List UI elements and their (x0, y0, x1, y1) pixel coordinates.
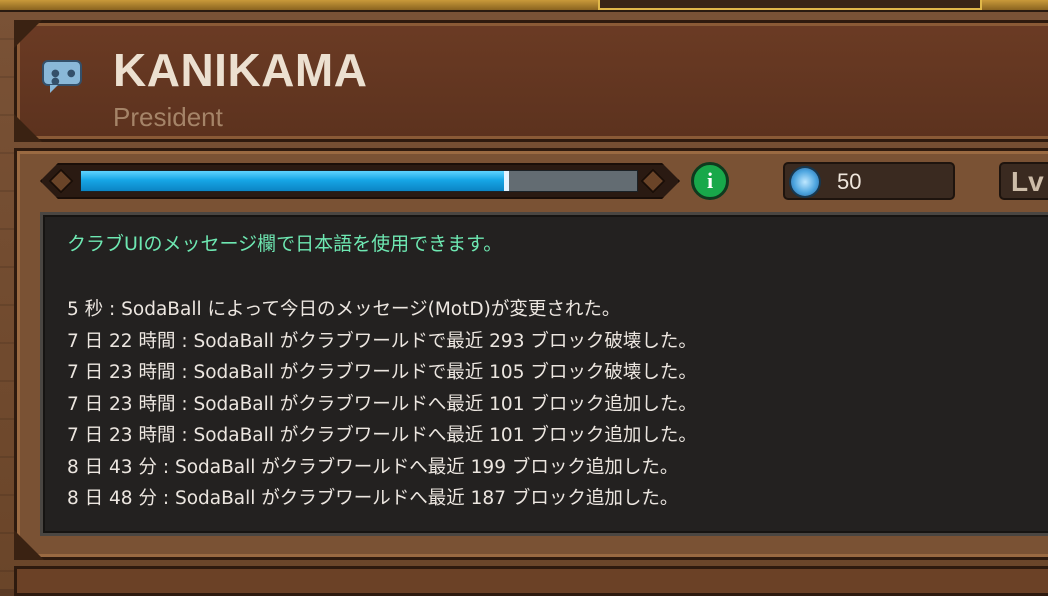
activity-log: 5 秒 : SodaBall によって今日のメッセージ(MotD)が変更された。… (67, 294, 697, 515)
log-entry: 8 日 43 分 : SodaBall がクラブワールドへ最近 199 ブロック… (67, 456, 679, 478)
xp-progress-bar (80, 170, 638, 192)
club-name: KANIKAMA (113, 44, 368, 96)
gem-count: 50 (837, 169, 862, 194)
member-role: President (113, 102, 223, 132)
panel-corner (14, 20, 42, 48)
log-entry: 7 日 23 時間 : SodaBall がクラブワールドで最近 105 ブロッ… (67, 362, 697, 383)
log-entry: 5 秒 : SodaBall によって今日のメッセージ(MotD)が変更された。 (67, 299, 621, 320)
xp-progress-tip (504, 171, 510, 191)
level-label: Lv (1011, 166, 1044, 197)
level-badge: Lv (999, 162, 1048, 200)
info-icon[interactable]: i (691, 162, 729, 200)
message-of-the-day: クラブUIのメッセージ欄で日本語を使用できます。 (67, 233, 503, 255)
panel-corner (14, 114, 42, 142)
gem-icon (791, 168, 819, 196)
log-entry: 8 日 48 分 : SodaBall がクラブワールドへ最近 187 ブロック… (67, 488, 679, 509)
top-tab-frame (598, 0, 982, 10)
log-entry: 7 日 23 時間 : SodaBall がクラブワールドへ最近 101 ブロッ… (67, 425, 697, 446)
gem-counter: 50 (783, 162, 955, 200)
next-panel (14, 566, 1048, 596)
log-entry: 7 日 22 時間 : SodaBall がクラブワールドで最近 293 ブロッ… (67, 330, 697, 352)
log-entry: 7 日 23 時間 : SodaBall がクラブワールドへ最近 101 ブロッ… (67, 393, 697, 415)
chat-bubble-icon[interactable]: ● ● ● (42, 60, 82, 93)
xp-progress-fill (81, 171, 510, 191)
